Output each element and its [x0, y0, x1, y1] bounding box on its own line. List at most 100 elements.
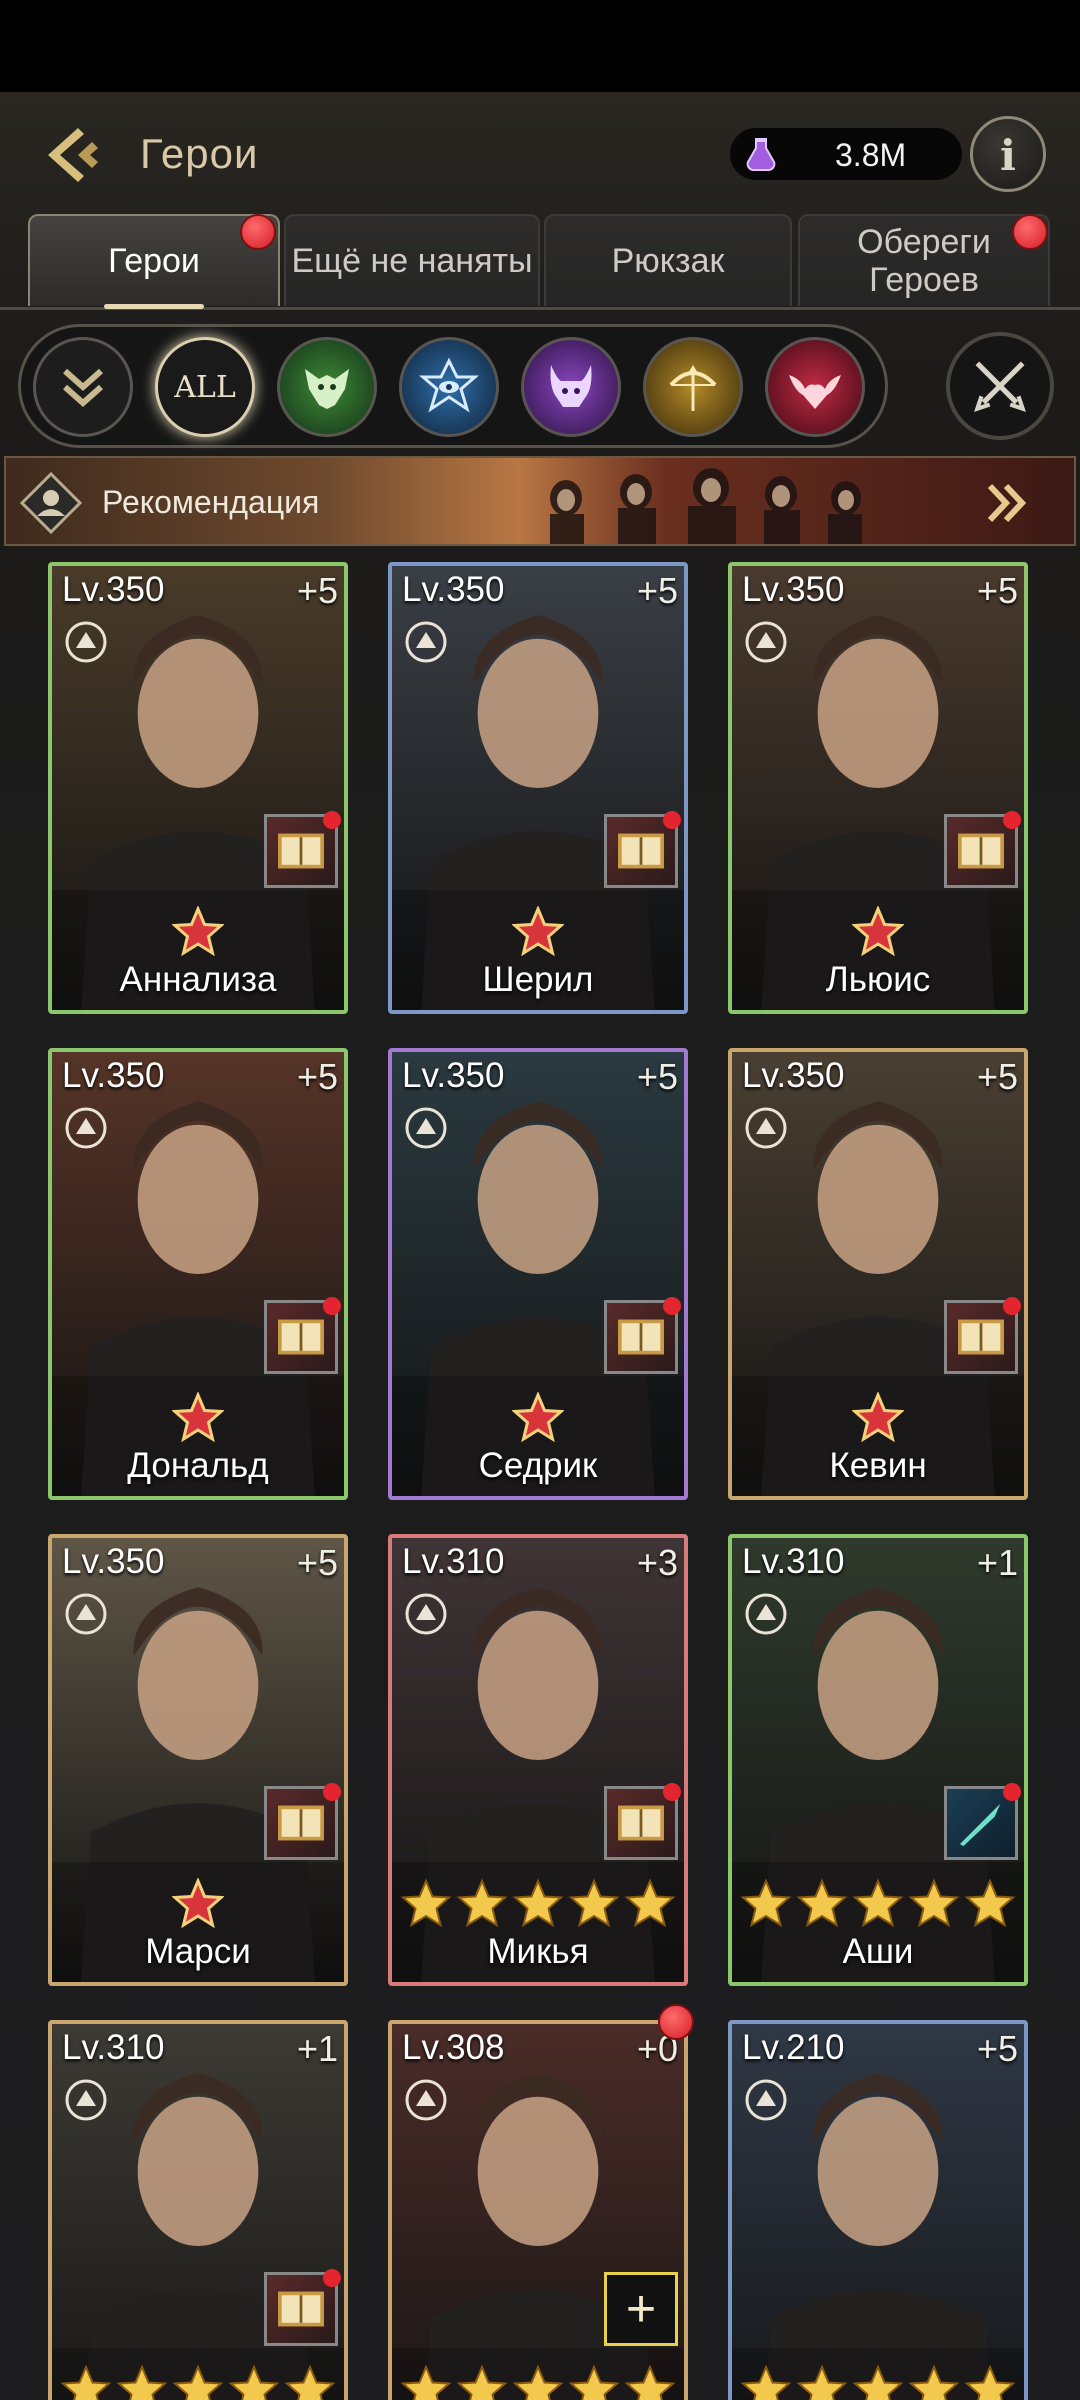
hero-upgrade-level: +5: [296, 1542, 338, 1583]
book-icon: [958, 833, 1004, 869]
hero-card[interactable]: Lv.310 +3 Микья: [388, 1534, 688, 1986]
hero-name: Марси: [145, 1932, 251, 1971]
hero-equipment-slot[interactable]: [264, 2269, 341, 2346]
book-icon: [618, 1319, 664, 1355]
notification-dot: [1012, 214, 1048, 250]
hero-equipment-slot[interactable]: [264, 1297, 341, 1374]
hero-equipment-slot[interactable]: [264, 1783, 341, 1860]
hero-stars: [52, 1878, 344, 1930]
add-equipment-button[interactable]: +: [604, 2272, 678, 2346]
hero-upgrade-level: +1: [976, 1542, 1018, 1583]
info-icon: i: [1000, 131, 1016, 180]
hero-class-icon: [405, 621, 447, 663]
notification-dot: [323, 1297, 341, 1315]
collapse-filter-button[interactable]: [33, 337, 133, 437]
hero-stars: [392, 1878, 684, 1930]
dagger-icon: [959, 1803, 1001, 1846]
bat-icon: [789, 375, 841, 409]
recommendation-label: Рекомендация: [102, 484, 320, 520]
tab-label: Ещё не наняты: [291, 242, 533, 280]
book-icon: [278, 833, 324, 869]
recommendation-banner[interactable]: Рекомендация: [4, 456, 1076, 546]
hero-level: Lv.350: [402, 1056, 505, 1095]
book-icon: [278, 1805, 324, 1841]
book-icon: [278, 1319, 324, 1355]
book-icon: [278, 2291, 324, 2327]
hero-level: Lv.350: [62, 1056, 165, 1095]
hero-name: Седрик: [478, 1446, 598, 1485]
filter-bat[interactable]: [765, 337, 865, 437]
currency-value: 3.8M: [835, 137, 907, 173]
hero-card[interactable]: Lv.350 +5 Кевин: [728, 1048, 1028, 1500]
hero-upgrade-level: +5: [636, 1056, 678, 1097]
notification-dot: [323, 1783, 341, 1801]
hero-card[interactable]: Lv.308 +0 +: [388, 2020, 688, 2400]
hero-equipment-slot[interactable]: [944, 1297, 1021, 1374]
hero-class-icon: [65, 2079, 107, 2121]
double-chevron-right-icon[interactable]: [982, 478, 1032, 528]
hero-card[interactable]: Lv.310 +1 Аши: [728, 1534, 1028, 1986]
filter-wolf[interactable]: [277, 337, 377, 437]
hero-name: Дональд: [127, 1446, 269, 1485]
filter-bow[interactable]: [643, 337, 743, 437]
info-button[interactable]: i: [970, 116, 1046, 192]
hero-level: Lv.210: [742, 2028, 845, 2067]
hero-card[interactable]: Lv.350 +5 Аннализа: [48, 562, 348, 1014]
hero-stars: [52, 2364, 344, 2400]
hero-grid: Lv.350 +5 Аннализа Lv.350 +5 Шерил Lv.350 +5 Л…: [0, 562, 1080, 2400]
hero-card[interactable]: Lv.350 +5 Марси: [48, 1534, 348, 1986]
hero-level: Lv.308: [402, 2028, 505, 2067]
hero-equipment-slot[interactable]: [604, 1297, 681, 1374]
back-button[interactable]: [38, 120, 108, 190]
hero-equipment-slot[interactable]: [604, 1783, 681, 1860]
hero-class-icon: [745, 621, 787, 663]
notification-dot: [323, 2269, 341, 2287]
back-arrow-icon: [48, 128, 98, 182]
hero-card[interactable]: Lv.350 +5 Седрик: [388, 1048, 688, 1500]
tab-backpack[interactable]: Рюкзак: [544, 214, 792, 306]
filter-eye[interactable]: [399, 337, 499, 437]
hero-stars: [392, 2364, 684, 2400]
hero-name: Аши: [842, 1932, 914, 1971]
filter-all[interactable]: ALL: [155, 337, 255, 437]
hero-card[interactable]: Lv.350 +5 Дональд: [48, 1048, 348, 1500]
tab-not-hired[interactable]: Ещё не наняты: [284, 214, 540, 306]
hero-level: Lv.350: [742, 570, 845, 609]
hero-upgrade-level: +5: [976, 570, 1018, 611]
hero-card[interactable]: Lv.210 +5: [728, 2020, 1028, 2400]
recommendation-icon: [20, 472, 82, 534]
hero-card[interactable]: Lv.310 +1: [48, 2020, 348, 2400]
hero-upgrade-level: +5: [296, 570, 338, 611]
filter-demon[interactable]: [521, 337, 621, 437]
hero-card[interactable]: Lv.350 +5 Шерил: [388, 562, 688, 1014]
potion-icon: [742, 136, 780, 174]
hero-level: Lv.350: [402, 570, 505, 609]
wolf-icon: [305, 369, 349, 409]
hero-name: Микья: [487, 1932, 589, 1971]
hero-upgrade-level: +5: [636, 570, 678, 611]
tab-bar: Герои Ещё не наняты Рюкзак Обереги Герое…: [0, 214, 1080, 310]
hero-equipment-slot[interactable]: [944, 811, 1021, 888]
hero-equipment-slot[interactable]: [264, 811, 341, 888]
notification-dot: [240, 214, 276, 250]
battle-filter-button[interactable]: [946, 332, 1054, 440]
hero-equipment-slot[interactable]: [604, 811, 681, 888]
hero-class-icon: [405, 2079, 447, 2121]
hero-level: Lv.350: [62, 1542, 165, 1581]
notification-dot: [323, 811, 341, 829]
tab-label: Герои: [108, 242, 200, 280]
hero-level: Lv.310: [742, 1542, 845, 1581]
currency-display[interactable]: 3.8M: [730, 128, 962, 180]
filter-bar: ALL: [18, 324, 888, 448]
hero-card[interactable]: Lv.350 +5 Льюис: [728, 562, 1028, 1014]
tab-label: Обереги Героев: [857, 223, 991, 299]
hero-equipment-slot[interactable]: [944, 1783, 1021, 1860]
hero-upgrade-level: +5: [976, 1056, 1018, 1097]
book-icon: [958, 1319, 1004, 1355]
hero-level: Lv.310: [62, 2028, 165, 2067]
hero-level: Lv.350: [62, 570, 165, 609]
hero-upgrade-level: +5: [296, 1056, 338, 1097]
recommended-heroes-art: [550, 468, 862, 544]
hero-stars: [52, 1392, 344, 1444]
hero-class-icon: [745, 1107, 787, 1149]
